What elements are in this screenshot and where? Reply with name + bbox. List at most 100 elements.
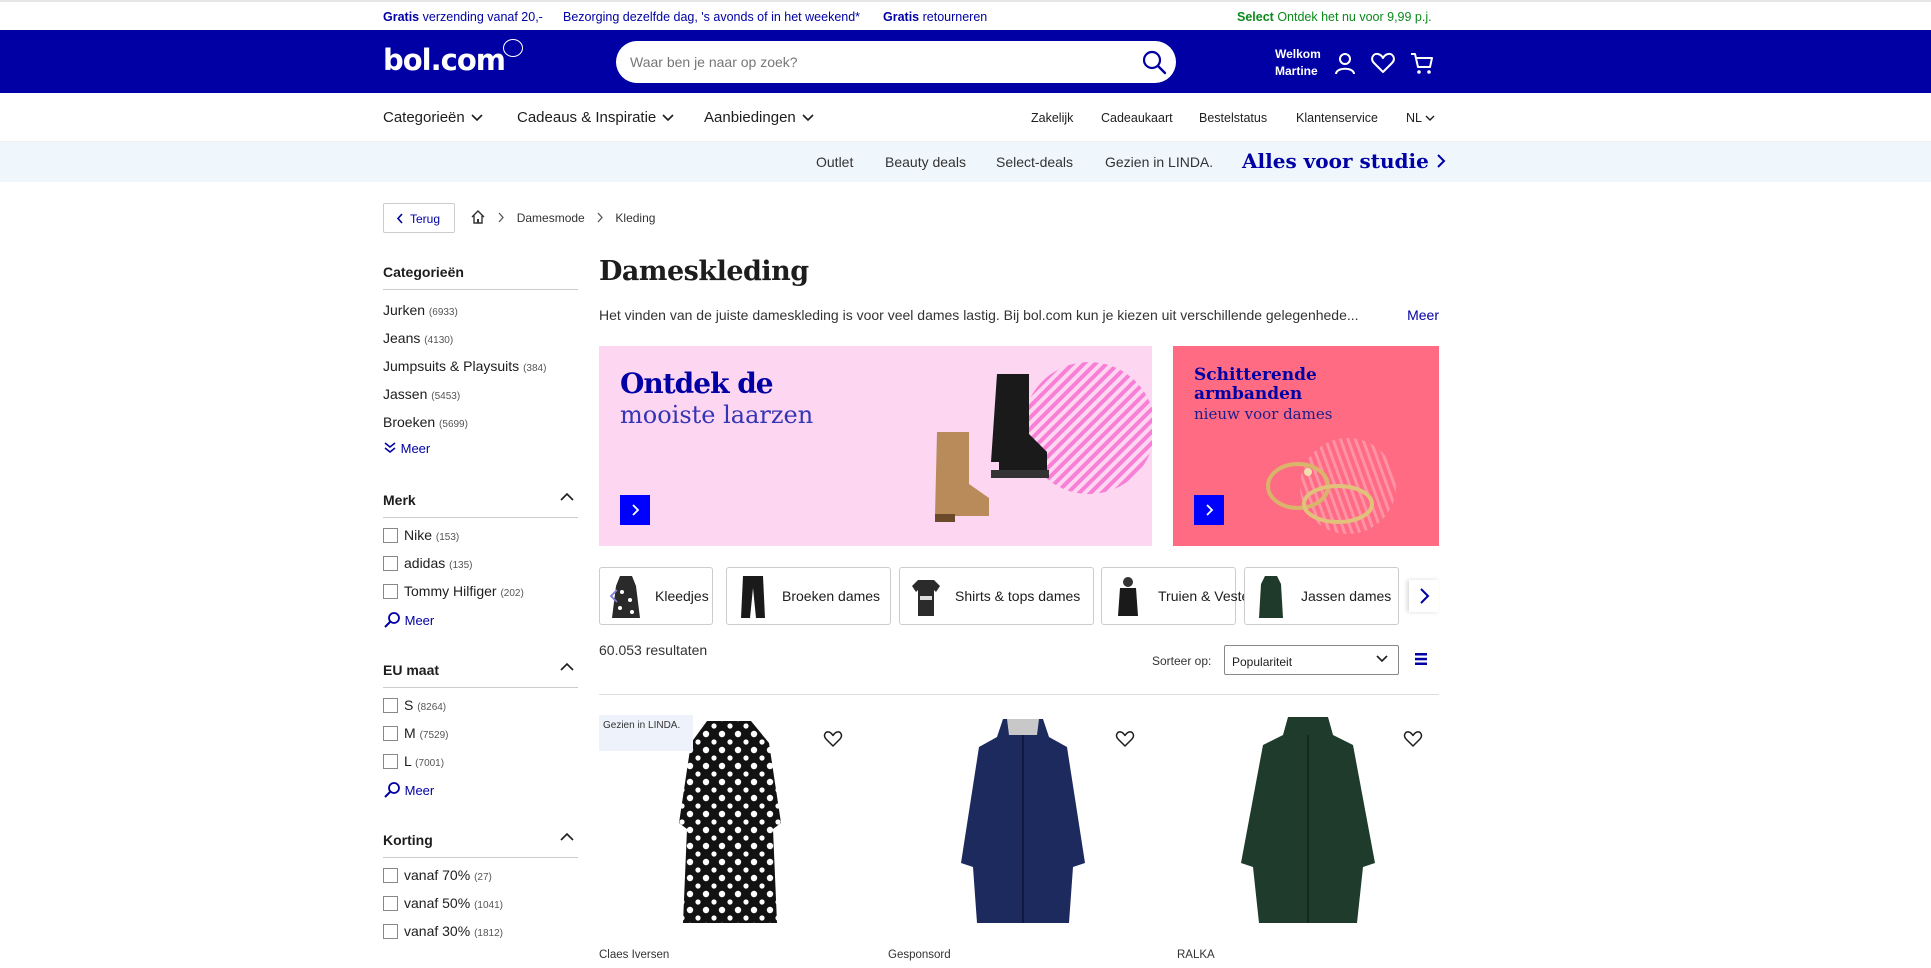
brand-checkbox[interactable]: Tommy Hilfiger (202)	[383, 578, 578, 606]
facet-size-title[interactable]: EU maat	[383, 660, 578, 688]
checkbox[interactable]	[383, 726, 398, 741]
size-checkbox[interactable]: S (8264)	[383, 692, 578, 720]
favorite-heart-icon[interactable]	[1115, 730, 1135, 748]
checkbox-label: vanaf 50%	[404, 895, 471, 911]
nav-gifts[interactable]: Cadeaus & Inspiratie	[517, 109, 674, 126]
product-brand[interactable]: Claes Iversen	[599, 949, 669, 961]
banner-bracelets-button[interactable]	[1194, 495, 1224, 525]
checkbox[interactable]	[383, 924, 398, 939]
breadcrumb-kleding[interactable]: Kleding	[615, 211, 655, 225]
nav-order-status[interactable]: Bestelstatus	[1199, 111, 1267, 125]
brand-checkbox[interactable]: adidas (135)	[383, 550, 578, 578]
categories-more-link[interactable]: Meer	[383, 436, 578, 462]
nav-customer-service[interactable]: Klantenservice	[1296, 111, 1378, 125]
breadcrumb-damesmode[interactable]: Damesmode	[517, 211, 585, 225]
checkbox-label: vanaf 70%	[404, 867, 471, 883]
size-more-link[interactable]: Meer	[383, 776, 578, 802]
checkbox-label: S	[404, 697, 414, 713]
usp-free-shipping[interactable]: Gratis verzending vanaf 20,-	[383, 10, 543, 24]
nav-categories[interactable]: Categorieën	[383, 109, 483, 126]
category-label: Jeans	[383, 330, 421, 346]
chip-broeken[interactable]: Broeken dames	[726, 567, 891, 625]
size-checkbox[interactable]: M (7529)	[383, 720, 578, 748]
checkbox[interactable]	[383, 698, 398, 713]
nav-giftcard[interactable]: Cadeaukaart	[1101, 111, 1173, 125]
search-input[interactable]	[630, 41, 1110, 83]
wishlist-heart-icon[interactable]	[1370, 50, 1396, 76]
carousel-prev-icon[interactable]	[607, 588, 621, 604]
facet-discount-title[interactable]: Korting	[383, 830, 578, 858]
nav-business[interactable]: Zakelijk	[1031, 111, 1073, 125]
category-label: Jumpsuits & Playsuits	[383, 358, 520, 374]
promo-linda[interactable]: Gezien in LINDA.	[1105, 154, 1213, 170]
filter-sidebar: Categorieën Jurken (6933) Jeans (4130) J…	[383, 262, 578, 946]
checkbox[interactable]	[383, 868, 398, 883]
chevron-down-icon	[802, 114, 814, 122]
chip-jassen[interactable]: Jassen dames	[1244, 567, 1399, 625]
product-image[interactable]	[1233, 713, 1383, 938]
product-brand[interactable]: RALKA	[1177, 949, 1215, 961]
home-icon[interactable]	[470, 209, 486, 225]
usp-delivery[interactable]: Bezorging dezelfde dag, 's avonds of in …	[563, 10, 860, 24]
carousel-next-button[interactable]	[1409, 580, 1439, 612]
product-card[interactable]: RALKA	[1177, 713, 1447, 968]
promo-outlet[interactable]: Outlet	[816, 154, 853, 170]
category-item[interactable]: Jurken (6933)	[383, 296, 578, 324]
checkbox-count: (202)	[500, 588, 524, 599]
usp-free-returns-bold: Gratis	[883, 10, 920, 24]
usp-free-returns[interactable]: Gratis retourneren	[883, 10, 987, 24]
product-card[interactable]: Gesponsord	[888, 713, 1158, 968]
favorite-heart-icon[interactable]	[1403, 730, 1423, 748]
language-select[interactable]: NL	[1406, 111, 1435, 125]
brand-checkbox[interactable]: Nike (153)	[383, 522, 578, 550]
checkbox[interactable]	[383, 896, 398, 911]
intro-more-link[interactable]: Meer	[1407, 307, 1439, 323]
chevron-up-icon	[560, 832, 574, 841]
favorite-heart-icon[interactable]	[823, 730, 843, 748]
chevron-left-icon	[396, 213, 403, 224]
bol-logo[interactable]: bol.com	[383, 43, 506, 77]
linda-badge: Gezien in LINDA.	[599, 715, 693, 751]
user-name: Martine	[1275, 64, 1318, 78]
promo-beauty-deals[interactable]: Beauty deals	[885, 154, 966, 170]
category-item[interactable]: Jassen (5453)	[383, 380, 578, 408]
sweater-thumbnail	[1118, 577, 1138, 616]
promo-studie[interactable]: Alles voor studie	[1242, 149, 1446, 173]
checkbox[interactable]	[383, 754, 398, 769]
facet-brand-label: Merk	[383, 492, 416, 508]
chevron-right-icon	[1437, 154, 1446, 168]
brand-more-link[interactable]: Meer	[383, 606, 578, 632]
usp-select[interactable]: Select Ontdek het nu voor 9,99 p.j.	[1237, 10, 1432, 24]
category-item[interactable]: Jeans (4130)	[383, 324, 578, 352]
banner-boots-button[interactable]	[620, 495, 650, 525]
checkbox[interactable]	[383, 584, 398, 599]
cart-icon[interactable]	[1409, 50, 1435, 76]
welcome-text[interactable]: Welkom Martine	[1275, 46, 1321, 80]
category-count: (5453)	[431, 391, 461, 402]
banner-bracelets[interactable]: Schitterende armbanden nieuw voor dames	[1173, 346, 1439, 546]
category-item[interactable]: Jumpsuits & Playsuits (384)	[383, 352, 578, 380]
product-card[interactable]: Gezien in LINDA. Claes Iversen	[599, 713, 869, 968]
discount-checkbox[interactable]: vanaf 70% (27)	[383, 862, 578, 890]
discount-checkbox[interactable]: vanaf 30% (1812)	[383, 918, 578, 946]
nav-offers[interactable]: Aanbiedingen	[704, 109, 814, 126]
sort-select[interactable]: Populariteit	[1224, 645, 1399, 675]
category-item[interactable]: Broeken (5699)	[383, 408, 578, 436]
discount-checkbox[interactable]: vanaf 50% (1041)	[383, 890, 578, 918]
usp-free-returns-text: retourneren	[922, 10, 988, 24]
facet-brand-title[interactable]: Merk	[383, 490, 578, 518]
size-checkbox[interactable]: L (7001)	[383, 748, 578, 776]
chip-truien[interactable]: Truien & Vesten	[1101, 567, 1257, 625]
banner-boots[interactable]: Ontdek de mooiste laarzen	[599, 346, 1152, 546]
checkbox-count: (8264)	[417, 702, 447, 713]
account-icon[interactable]	[1332, 50, 1358, 76]
promo-select-deals[interactable]: Select-deals	[996, 154, 1073, 170]
chip-shirts[interactable]: Shirts & tops dames	[899, 567, 1094, 625]
back-button[interactable]: Terug	[383, 203, 455, 233]
usp-select-text: Ontdek het nu voor 9,99 p.j.	[1277, 10, 1432, 24]
product-image[interactable]	[953, 713, 1093, 938]
checkbox[interactable]	[383, 556, 398, 571]
list-view-icon[interactable]	[1413, 651, 1429, 667]
checkbox[interactable]	[383, 528, 398, 543]
search-icon[interactable]	[1140, 48, 1168, 76]
